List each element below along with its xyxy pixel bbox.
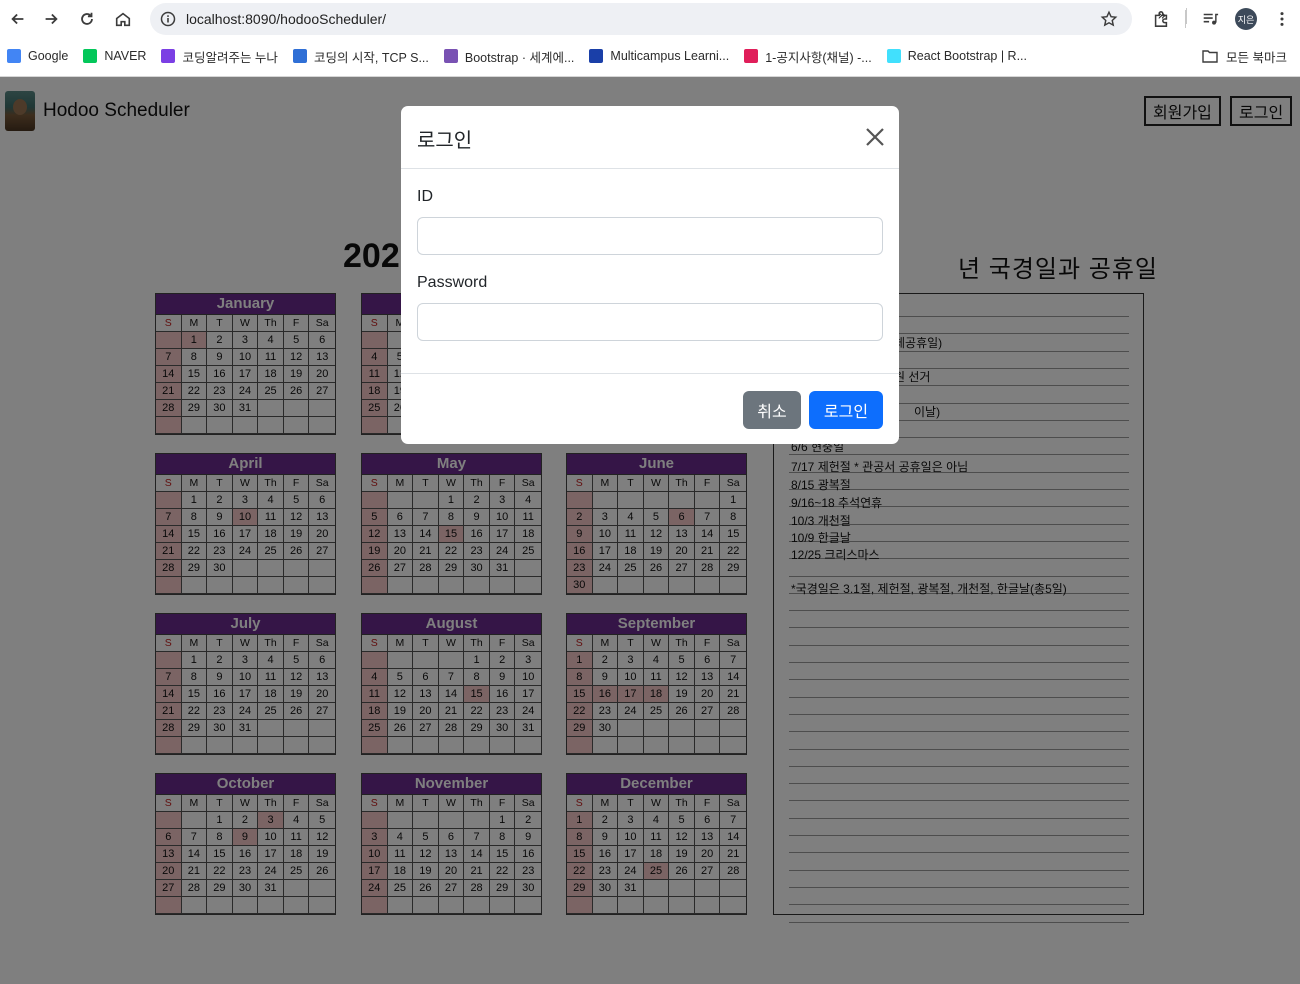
bookmark-label: 1-공지사항(채널) -... [765, 50, 872, 65]
slack-icon [744, 49, 759, 63]
bookmark-item[interactable]: 코딩의 시작, TCP S... [292, 47, 429, 66]
reload-icon [81, 12, 93, 25]
all-bookmarks-folder[interactable]: 모든 북마크 [1202, 40, 1287, 72]
bookmark-label: NAVER [104, 49, 147, 63]
login-modal: 로그인 ID Password 취소 로그인 [401, 106, 899, 444]
bookmark-item[interactable]: 코딩알려주는 누나 [161, 47, 278, 66]
google-icon [7, 49, 21, 63]
bootstrap-icon [443, 49, 458, 63]
submit-login-button[interactable]: 로그인 [809, 391, 883, 429]
bookmarks-bar: Google NAVER 코딩알려주는 누나 코딩의 시작, TCP S... Boot… [0, 40, 1300, 72]
bookmark-item[interactable]: NAVER [83, 49, 146, 63]
bookmark-label: Google [28, 49, 69, 63]
bookmark-item[interactable]: React Bootstrap | R... [886, 49, 1027, 63]
t-logo-icon [292, 49, 307, 63]
url-text[interactable]: localhost:8090/hodooScheduler/ [186, 11, 386, 27]
bookmark-label: 코딩의 시작, TCP S... [313, 50, 429, 65]
modal-header: 로그인 [401, 106, 899, 169]
id-input[interactable] [417, 217, 883, 255]
bookmark-label: React Bootstrap | R... [907, 49, 1027, 63]
arrow-left-icon [11, 13, 24, 25]
bookmark-item[interactable]: 1-공지사항(채널) -... [744, 47, 872, 66]
bookmark-label: Multicampus Learni... [610, 49, 730, 63]
home-button[interactable] [105, 1, 141, 37]
page-content: Hodoo Scheduler 회원가입 로그인 202 년 국경일과 공휴일 … [0, 77, 1300, 984]
bookmark-item[interactable]: Bootstrap · 세계에... [443, 47, 575, 66]
back-button[interactable] [0, 1, 36, 37]
profile-button[interactable]: 지은 [1228, 1, 1264, 37]
code-bracket-icon [161, 49, 176, 63]
bookmark-star-icon[interactable] [1100, 10, 1118, 28]
modal-title: 로그인 [417, 130, 473, 152]
home-icon [115, 12, 131, 27]
bookmark-item[interactable]: Multicampus Learni... [589, 49, 729, 63]
naver-icon [83, 49, 98, 63]
password-label: Password [417, 274, 488, 291]
forward-button[interactable] [33, 1, 69, 37]
id-label: ID [417, 188, 433, 205]
all-bookmarks-label: 모든 북마크 [1226, 50, 1287, 65]
site-info-icon[interactable] [152, 3, 184, 35]
react-bootstrap-icon [886, 49, 901, 63]
more-bookmarks-icon[interactable]: » [1152, 6, 1172, 26]
cancel-button[interactable]: 취소 [743, 391, 801, 429]
password-input[interactable] [417, 303, 883, 341]
address-bar[interactable]: localhost:8090/hodooScheduler/ [150, 3, 1132, 35]
close-icon[interactable] [865, 127, 885, 147]
bookmark-label: 코딩알려주는 누나 [182, 50, 278, 65]
folder-icon [1202, 50, 1218, 63]
profile-avatar: 지은 [1235, 8, 1257, 30]
bookmark-item[interactable]: Google [7, 49, 68, 63]
arrow-right-icon [45, 13, 58, 25]
reload-button[interactable] [69, 1, 105, 37]
media-control-icon[interactable] [1192, 1, 1228, 37]
bookmarks-separator [1186, 8, 1187, 24]
menu-kebab-icon[interactable] [1264, 1, 1300, 37]
multicampus-icon [589, 49, 604, 63]
bookmark-label: Bootstrap · 세계에... [464, 50, 575, 65]
browser-toolbar: localhost:8090/hodooScheduler/ 지은 [0, 0, 1300, 38]
modal-footer: 취소 로그인 [401, 373, 899, 444]
